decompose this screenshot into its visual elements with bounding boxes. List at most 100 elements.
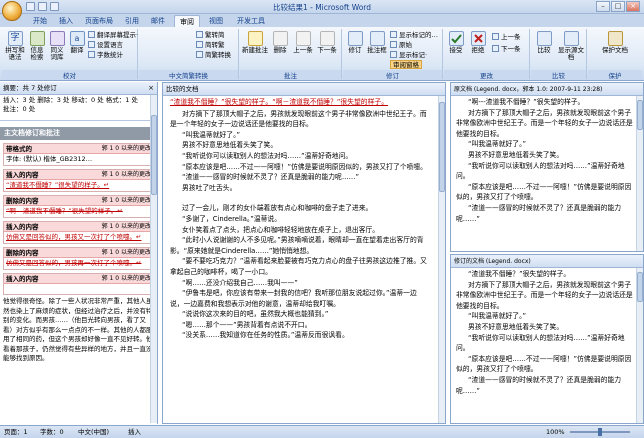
paragraph: 男孩不好意思地低着头笑了笑。 — [182, 141, 278, 150]
screen-tip-item[interactable]: 翻译屏幕提示· — [88, 31, 138, 40]
revision-card[interactable]: 删除的内容郭 1 0 以来的更改 仿佛又是回答似的，男孩再一次打了个喷嚏。↵ — [3, 247, 154, 270]
save-icon[interactable] — [26, 2, 35, 11]
simp-to-trad-item[interactable]: 简转繁 — [196, 41, 225, 50]
revision-body: 仿佛又是回答似的，男孩又一次打了个喷嚏。↵ — [6, 233, 142, 241]
compare-button[interactable]: 比较 — [533, 31, 555, 54]
display-for-review-dropdown[interactable]: 显示标记的… — [390, 31, 438, 40]
scroll-thumb[interactable] — [637, 272, 643, 302]
tab-mailings[interactable]: 邮件 — [146, 15, 170, 27]
maximize-button[interactable]: □ — [611, 1, 625, 12]
previous-change-item[interactable]: 上一条 — [492, 33, 521, 42]
book-icon — [29, 31, 45, 46]
tab-home[interactable]: 开始 — [28, 15, 52, 27]
undo-icon[interactable] — [38, 2, 47, 11]
spelling-button[interactable]: 字拼写和语法 — [4, 31, 26, 61]
abc-icon: 字 — [7, 31, 23, 46]
delete-comment-button[interactable]: 删除 — [270, 31, 290, 54]
chinese-convert-item[interactable]: 简繁转换 — [196, 51, 231, 60]
paragraph: 男孩吐了吐舌头。 — [182, 183, 237, 192]
window-title: 比较结果1 - Microsoft Word — [272, 3, 372, 12]
close-icon[interactable]: × — [148, 82, 154, 95]
paragraph — [170, 193, 430, 203]
scroll-thumb[interactable] — [439, 102, 445, 192]
reject-button[interactable]: 拒绝 — [468, 31, 488, 54]
revision-card[interactable]: 插入的内容郭 1 0 以来的更改 — [3, 273, 154, 295]
tab-review[interactable]: 审阅 — [174, 15, 200, 27]
original-document-pane: 原文档 (Legend. docx，郭本 1.0: 2007-9-11 23:2… — [450, 82, 644, 252]
revision-body: “啊---渣道我不僭睡？”很失望的样子。↵ — [6, 207, 123, 215]
paragraph: 过了一会儿，刚才的女仆端着放有点心和咖啡的盘子走了进来。 — [182, 204, 373, 213]
title-bar: 比较结果1 - Microsoft Word — [0, 0, 644, 14]
group-compare: 比较 显示源文档 比较 — [531, 29, 587, 80]
paragraph: “说说你这次来的目的吧，虽然我大概也能猜到。” — [182, 310, 329, 319]
revision-type: 插入的内容郭 1 0 以来的更改 — [4, 222, 153, 232]
zoom-slider-handle[interactable] — [598, 428, 602, 436]
language-indicator[interactable]: 中文(中国) — [78, 426, 109, 438]
revision-meta: 郭 1 0 以来的更改 — [101, 249, 151, 256]
word-count[interactable]: 字数：0 — [40, 426, 64, 438]
paragraph: “原本应该是吧……不过——阿嚏！”仿佛是要说明原因似的，男孩又打了个喷嚏。 — [456, 354, 632, 374]
trad-to-simp-item[interactable]: 繁转简 — [196, 31, 225, 40]
previous-comment-button[interactable]: 上一条 — [292, 31, 314, 54]
revision-type: 带格式的郭 1 0 以来的更改 — [4, 144, 153, 154]
research-button[interactable]: 信息检索 — [28, 31, 46, 61]
balloons-button[interactable]: 批注框 — [366, 31, 388, 54]
show-source-button[interactable]: 显示源文档 — [557, 31, 585, 61]
original-scrollbar[interactable] — [636, 96, 643, 251]
revised-scrollbar[interactable] — [636, 268, 643, 423]
accept-button[interactable]: 接受 — [446, 31, 466, 54]
ribbon-tabs: 开始 插入 页面布局 引用 邮件 审阅 视图 开发工具 — [0, 14, 644, 27]
convert-icon — [196, 41, 203, 48]
group-label: 更改 — [444, 70, 529, 80]
show-markup-icon — [390, 51, 397, 58]
revision-card[interactable]: 删除的内容郭 1 0 以来的更改 “啊---渣道我不僭睡？”很失望的样子。↵ — [3, 195, 154, 218]
new-comment-button[interactable]: 新建批注 — [242, 31, 268, 54]
next-change-item[interactable]: 下一条 — [492, 45, 521, 54]
tab-view[interactable]: 视图 — [204, 15, 228, 27]
next-comment-button[interactable]: 下一条 — [316, 31, 338, 54]
scroll-thumb[interactable] — [637, 100, 643, 130]
minimize-button[interactable]: – — [596, 1, 610, 12]
translate-button[interactable]: a 翻译 — [68, 31, 86, 54]
revision-stats: 插入：3 处 删除：3 处 移动：0 处 格式：1 处 批注：0 处 — [0, 95, 157, 121]
thesaurus-button[interactable]: 同义词库 — [48, 31, 66, 61]
protect-document-button[interactable]: 保护文档 — [598, 31, 632, 54]
close-button[interactable]: × — [626, 1, 640, 12]
revision-card[interactable]: 带格式的郭 1 0 以来的更改 字体: (默认) 楷体_GB2312… — [3, 143, 154, 166]
tab-references[interactable]: 引用 — [120, 15, 144, 27]
left-scrollbar[interactable] — [150, 95, 157, 423]
reviewing-pane-header: 摘要：共 7 处修订 × — [0, 82, 157, 95]
group-protect: 保护文档 保护 — [588, 29, 642, 80]
revision-card[interactable]: 插入的内容郭 1 0 以来的更改 “渣道我不僭睡？”很失望的样子。↵ — [3, 169, 154, 192]
middle-scrollbar[interactable] — [438, 96, 445, 423]
insert-mode[interactable]: 插入 — [128, 426, 141, 438]
word-count-item[interactable]: 字数统计 — [88, 51, 123, 60]
revision-meta: 郭 1 0 以来的更改 — [101, 275, 151, 282]
page-indicator[interactable]: 页面：1 — [4, 426, 28, 438]
scroll-thumb[interactable] — [151, 115, 157, 195]
group-label: 中文简繁转换 — [139, 70, 238, 80]
revised-document-pane: 修订的文档 (Legend. docx) “渣道我不僭睡？”很失望的样子。 对方摘… — [450, 254, 644, 424]
tab-page-layout[interactable]: 页面布局 — [80, 15, 118, 27]
reviewing-pane-button[interactable]: 审阅窗格 — [390, 60, 422, 69]
office-button[interactable] — [2, 1, 22, 21]
compared-document-header: 比较的文档 — [163, 83, 445, 96]
paragraph: “嗯……那个——”男孩背着有点说不开口。 — [182, 320, 312, 329]
show-markup-dropdown[interactable]: 显示标记· — [390, 51, 427, 60]
paragraph: 男孩不好意思地低着头笑了笑。 — [468, 150, 564, 159]
tab-developer[interactable]: 开发工具 — [232, 15, 270, 27]
summary-title: 摘要：共 7 处修订 — [3, 84, 57, 92]
revision-body: “渣道我不僭睡？”很失望的样子。↵ — [6, 181, 110, 189]
zoom-level[interactable]: 100% — [546, 426, 565, 438]
tab-insert[interactable]: 插入 — [54, 15, 78, 27]
redo-icon[interactable] — [50, 2, 59, 11]
group-label: 修订 — [343, 70, 442, 80]
paragraph: “原本应该是吧……不过——阿嚏！”仿佛是要说明原因似的，男孩又打了个喷嚏。 — [182, 162, 427, 171]
revision-card[interactable]: 插入的内容郭 1 0 以来的更改 仿佛又是回答似的，男孩又一次打了个喷嚏。↵ — [3, 221, 154, 244]
revision-body — [4, 284, 153, 294]
track-changes-button[interactable]: 修订 — [345, 31, 365, 54]
original-dropdown[interactable]: 原始 — [390, 41, 412, 50]
paragraph: “啊……还没介绍我自己……我叫——” — [182, 278, 298, 287]
set-language-item[interactable]: 设置语言 — [88, 41, 123, 50]
paragraph: “我听说你可以读取别人的想法对吗……”温蒂好奇地问。 — [182, 151, 353, 160]
